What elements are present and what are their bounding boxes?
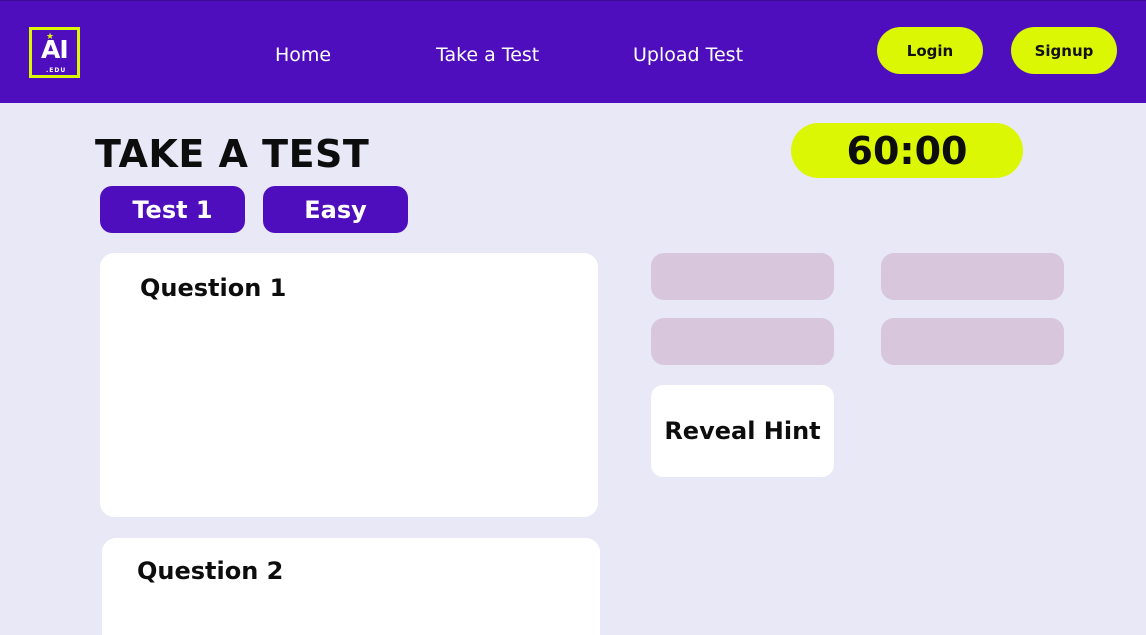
- answer-option-1[interactable]: [651, 253, 834, 300]
- question-title: Question 2: [137, 557, 284, 585]
- reveal-hint-button[interactable]: Reveal Hint: [651, 385, 834, 477]
- answer-option-4[interactable]: [881, 318, 1064, 365]
- countdown-timer: 60:00: [791, 123, 1023, 178]
- page-title: TAKE A TEST: [95, 132, 370, 176]
- question-title: Question 1: [140, 274, 287, 302]
- question-card-2: Question 2: [102, 538, 600, 635]
- nav-link-upload-test[interactable]: Upload Test: [633, 42, 743, 68]
- nav-link-home[interactable]: Home: [275, 42, 331, 68]
- test-name-badge: Test 1: [100, 186, 245, 233]
- answer-option-2[interactable]: [881, 253, 1064, 300]
- logo[interactable]: ★ AI .EDU: [29, 27, 80, 78]
- answer-option-3[interactable]: [651, 318, 834, 365]
- signup-button[interactable]: Signup: [1011, 27, 1117, 74]
- top-navbar: ★ AI .EDU Home Take a Test Upload Test L…: [0, 0, 1146, 103]
- login-button[interactable]: Login: [877, 27, 983, 74]
- difficulty-badge: Easy: [263, 186, 408, 233]
- nav-link-take-a-test[interactable]: Take a Test: [436, 42, 539, 68]
- question-card-1: Question 1: [100, 253, 598, 517]
- logo-subtext: .EDU: [46, 67, 67, 74]
- logo-text: AI: [41, 35, 69, 64]
